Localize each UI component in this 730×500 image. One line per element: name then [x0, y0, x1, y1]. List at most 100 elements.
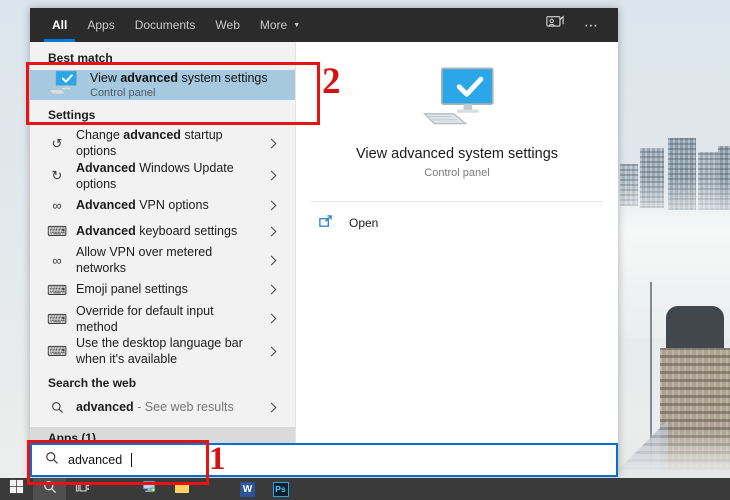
taskbar-button-sticky-notes[interactable] — [99, 478, 132, 500]
text-caret — [131, 453, 132, 467]
taskbar: W Ps — [0, 478, 730, 500]
item-label: Emoji panel settings — [76, 281, 258, 297]
taskbar-button-file-explorer[interactable] — [165, 478, 198, 500]
label-text: system settings — [178, 71, 268, 85]
chevron-right-icon — [267, 346, 277, 356]
preview-pane: View advanced system settings Control pa… — [296, 42, 618, 443]
tab-web[interactable]: Web — [207, 8, 247, 42]
keyboard-icon: ⌨ — [48, 312, 66, 326]
section-header-search-the-web: Search the web — [30, 368, 295, 395]
chevron-right-icon — [267, 255, 277, 265]
update-icon: ↻ — [48, 169, 66, 182]
more-options-icon[interactable] — [584, 18, 598, 32]
taskbar-button-chrome[interactable] — [198, 478, 231, 500]
chevron-right-icon — [267, 403, 277, 413]
open-label: Open — [349, 216, 378, 230]
item-label: Change advanced startup options — [76, 127, 258, 160]
label-text: advanced — [123, 128, 181, 142]
vpn-icon: ∞ — [48, 254, 66, 267]
item-label: Override for default input method — [76, 303, 258, 336]
chevron-right-icon — [267, 226, 277, 236]
best-match-item[interactable]: View advanced system settings Control pa… — [30, 70, 295, 100]
label-text: Use the desktop language bar when it's a… — [76, 336, 243, 366]
search-input[interactable]: advanced — [30, 443, 618, 477]
search-icon — [48, 401, 66, 414]
taskbar-button-start[interactable] — [0, 478, 33, 500]
photoshop-icon: Ps — [273, 482, 289, 497]
item-override-for-default-input-method[interactable]: ⌨ Override for default input method — [30, 303, 295, 336]
keyboard-icon: ⌨ — [48, 344, 66, 358]
chevron-right-icon — [267, 285, 277, 295]
label-text: Override for default input method — [76, 304, 214, 334]
item-label: Advanced Windows Update options — [76, 160, 258, 193]
item-allow-vpn-over-metered-networks[interactable]: ∞ Allow VPN over metered networks — [30, 244, 295, 277]
result-sections: Settings ↺ Change advanced startup options… — [30, 100, 295, 443]
item-label: Advanced VPN options — [76, 197, 258, 213]
taskbar-button-this-pc[interactable] — [132, 478, 165, 500]
system-properties-monitor-icon — [418, 66, 496, 132]
taskbar-button-task-view[interactable] — [66, 478, 99, 500]
search-query-text: advanced — [68, 453, 122, 467]
open-icon — [318, 214, 333, 232]
tab-label: Web — [215, 18, 239, 32]
chevron-right-icon — [267, 314, 277, 324]
item-emoji-panel-settings[interactable]: ⌨ Emoji panel settings — [30, 277, 295, 303]
file-explorer-icon — [174, 480, 190, 499]
open-action[interactable]: Open — [296, 202, 618, 232]
feedback-icon[interactable] — [546, 15, 564, 35]
results-list: Best match View advanced system settings… — [30, 42, 296, 443]
preview-subtitle: Control panel — [424, 167, 489, 179]
label-text: View — [90, 71, 120, 85]
restart-icon: ↺ — [48, 137, 66, 150]
chevron-down-icon: ▼ — [293, 22, 300, 29]
tab-label: Apps — [87, 18, 114, 32]
item-advanced-vpn-options[interactable]: ∞ Advanced VPN options — [30, 192, 295, 218]
item-advanced-keyboard-settings[interactable]: ⌨ Advanced keyboard settings — [30, 218, 295, 244]
item-advanced[interactable]: advanced - See web results — [30, 395, 295, 421]
section-header-apps-1: Apps (1) — [30, 427, 295, 444]
keyboard-icon: ⌨ — [48, 224, 66, 238]
taskbar-button-word[interactable]: W — [231, 478, 264, 500]
item-use-the-desktop-language-bar-when-it-s-available[interactable]: ⌨ Use the desktop language bar when it's … — [30, 335, 295, 368]
item-advanced-windows-update-options[interactable]: ↻ Advanced Windows Update options — [30, 160, 295, 193]
item-label: Use the desktop language bar when it's a… — [76, 335, 258, 368]
search-icon — [45, 451, 59, 470]
tab-label: All — [52, 18, 67, 32]
label-text: Allow VPN over metered networks — [76, 245, 212, 275]
best-match-subtitle: Control panel — [90, 87, 268, 99]
desktop: AllAppsDocumentsWebMore▼ Best match — [0, 0, 730, 500]
vpn-icon: ∞ — [48, 199, 66, 212]
start-icon — [9, 479, 24, 499]
tab-apps[interactable]: Apps — [79, 8, 122, 42]
label-text: Advanced — [76, 161, 136, 175]
taskbar-button-photoshop[interactable]: Ps — [264, 478, 297, 500]
label-text: keyboard settings — [136, 224, 237, 238]
topbar-actions — [546, 8, 618, 42]
label-text: Advanced — [76, 198, 136, 212]
tab-documents[interactable]: Documents — [127, 8, 204, 42]
best-match-texts: View advanced system settings Control pa… — [90, 71, 268, 99]
item-sublabel: - See web results — [134, 400, 234, 414]
search-results-body: Best match View advanced system settings… — [30, 42, 618, 443]
tab-more[interactable]: More ▼ — [252, 8, 308, 42]
label-text: Emoji panel settings — [76, 282, 188, 296]
item-label: Advanced keyboard settings — [76, 223, 258, 239]
chevron-right-icon — [267, 171, 277, 181]
item-change-advanced-startup-options[interactable]: ↺ Change advanced startup options — [30, 127, 295, 160]
item-label: Allow VPN over metered networks — [76, 244, 258, 277]
section-header-settings: Settings — [30, 100, 295, 127]
label-text: Advanced — [76, 224, 136, 238]
label-text: VPN options — [136, 198, 209, 212]
word-icon: W — [240, 482, 255, 497]
label-text: Change — [76, 128, 123, 142]
this-pc-icon — [141, 479, 157, 499]
tab-label: More — [260, 18, 287, 32]
keyboard-icon: ⌨ — [48, 283, 66, 297]
chevron-right-icon — [267, 138, 277, 148]
taskbar-button-search[interactable] — [33, 478, 66, 500]
preview-title: View advanced system settings — [356, 146, 558, 162]
search-icon — [43, 480, 57, 499]
label-text: advanced — [76, 400, 134, 414]
best-match-title: View advanced system settings — [90, 71, 268, 85]
tab-all[interactable]: All — [44, 8, 75, 42]
